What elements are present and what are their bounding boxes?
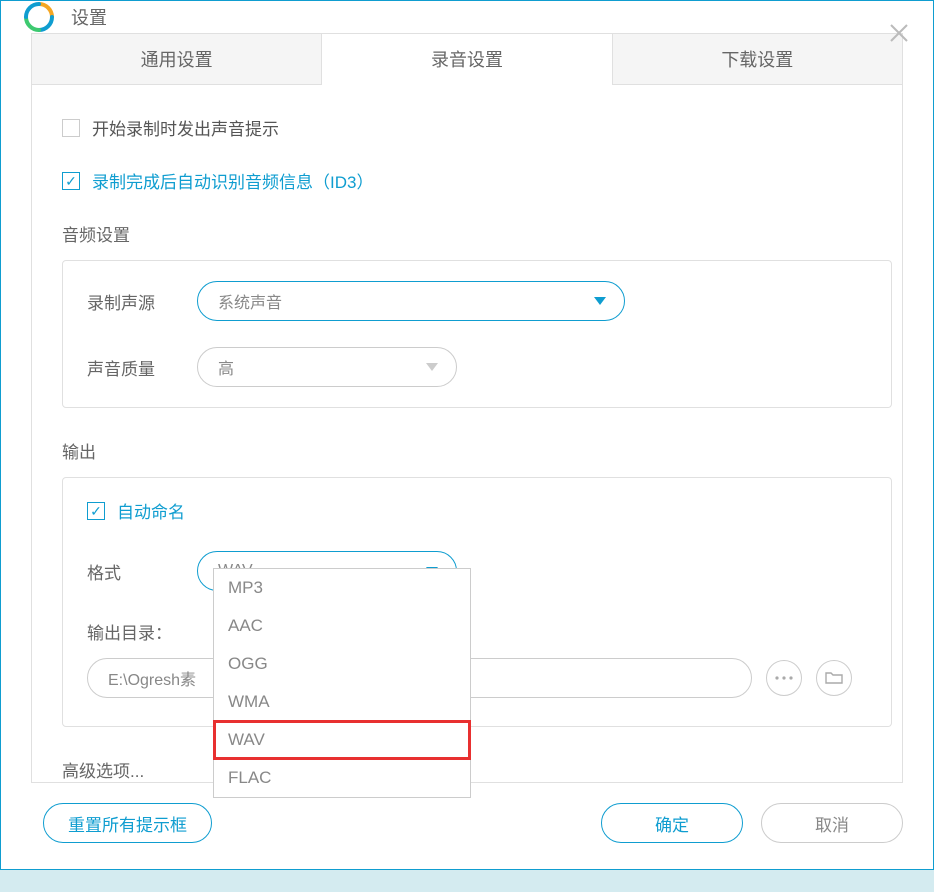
tab-recording[interactable]: 录音设置 — [322, 33, 611, 85]
chevron-down-icon — [426, 363, 438, 371]
cancel-button[interactable]: 取消 — [761, 803, 903, 843]
dropdown-item-ogg[interactable]: OGG — [214, 645, 470, 683]
tabs: 通用设置 录音设置 下载设置 — [31, 33, 903, 85]
quality-label: 声音质量 — [87, 355, 197, 380]
source-label: 录制声源 — [87, 289, 197, 314]
more-options-button[interactable] — [766, 660, 802, 696]
tab-general[interactable]: 通用设置 — [31, 33, 322, 84]
dropdown-item-wma[interactable]: WMA — [214, 683, 470, 721]
window-title: 设置 — [71, 4, 107, 30]
checkbox-icon — [62, 172, 80, 190]
advanced-options-link[interactable]: 高级选项... — [62, 757, 892, 782]
chevron-down-icon — [594, 297, 606, 305]
tab-download[interactable]: 下载设置 — [612, 33, 903, 84]
checkbox-label: 录制完成后自动识别音频信息（ID3） — [92, 168, 373, 193]
audio-settings-fieldset: 录制声源 系统声音 声音质量 高 — [62, 260, 892, 408]
select-value: 系统声音 — [218, 289, 282, 313]
checkbox-sound-on-start[interactable]: 开始录制时发出声音提示 — [62, 115, 892, 140]
checkbox-label: 自动命名 — [117, 498, 185, 523]
quality-select[interactable]: 高 — [197, 347, 457, 387]
ok-button[interactable]: 确定 — [601, 803, 743, 843]
audio-settings-label: 音频设置 — [62, 221, 892, 246]
browse-folder-button[interactable] — [816, 660, 852, 696]
output-section-label: 输出 — [62, 438, 892, 463]
dropdown-item-mp3[interactable]: MP3 — [214, 569, 470, 607]
titlebar: 设置 — [1, 1, 933, 33]
format-dropdown: MP3 AAC OGG WMA WAV FLAC — [213, 568, 471, 798]
close-icon[interactable] — [887, 21, 911, 45]
app-icon — [23, 1, 55, 33]
checkbox-auto-id3[interactable]: 录制完成后自动识别音频信息（ID3） — [62, 168, 892, 193]
reset-button[interactable]: 重置所有提示框 — [43, 803, 212, 843]
dropdown-item-wav[interactable]: WAV — [214, 721, 470, 759]
checkbox-label: 开始录制时发出声音提示 — [92, 115, 279, 140]
dropdown-item-flac[interactable]: FLAC — [214, 759, 470, 797]
dropdown-item-aac[interactable]: AAC — [214, 607, 470, 645]
path-value: E:\Ogresh素 — [108, 666, 196, 690]
select-value: 高 — [218, 355, 234, 379]
source-select[interactable]: 系统声音 — [197, 281, 625, 321]
checkbox-icon — [87, 502, 105, 520]
format-label: 格式 — [87, 559, 197, 584]
output-fieldset: 自动命名 格式 WAV 输出目录： E:\Ogresh素 — [62, 477, 892, 727]
checkbox-icon — [62, 119, 80, 137]
output-dir-label: 输出目录： — [87, 619, 867, 644]
checkbox-auto-name[interactable]: 自动命名 — [87, 498, 867, 523]
